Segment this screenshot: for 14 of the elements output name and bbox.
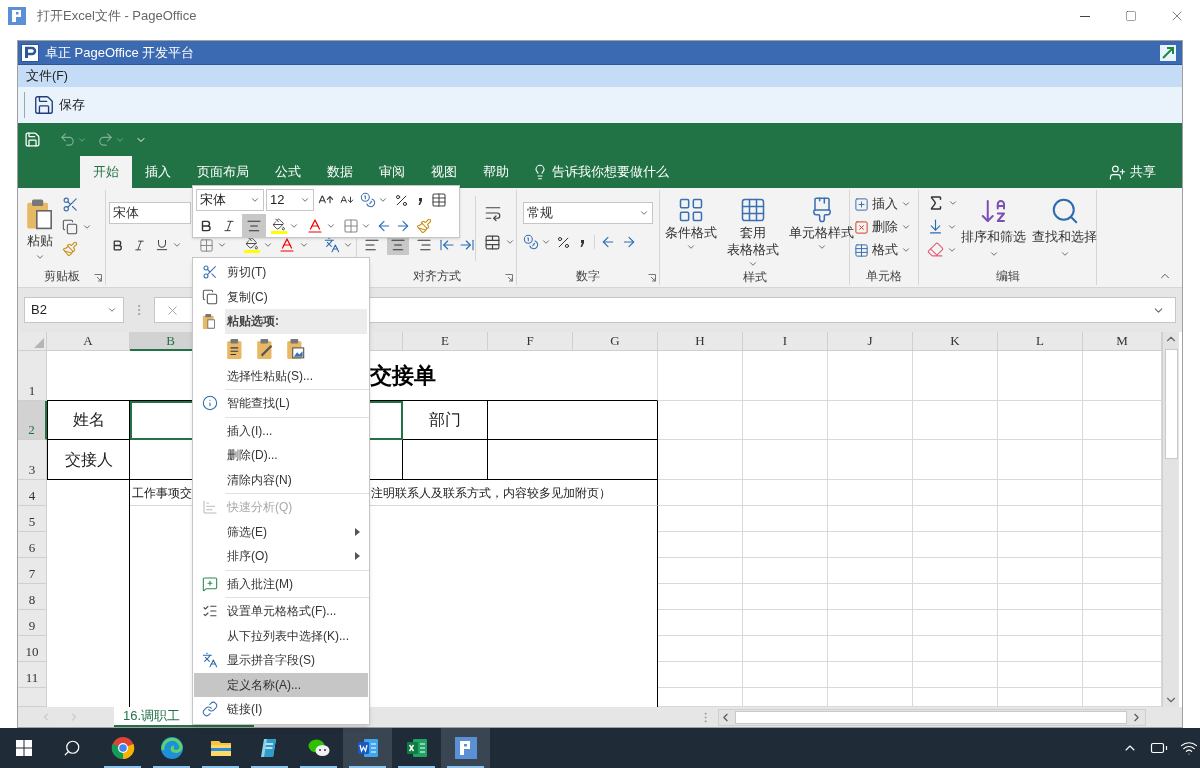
table-cell: 姓名 xyxy=(47,401,130,440)
window-title: 打开Excel文件 - PageOffice xyxy=(37,7,197,26)
group-label: 对齐方式 xyxy=(412,268,461,285)
table-cell-text: 工作事项交 xyxy=(132,484,192,502)
app-title: 卓正 PageOffice 开发平台 xyxy=(45,43,195,62)
group-label: 单元格 xyxy=(866,268,902,285)
table-cell: 交接人 xyxy=(47,440,130,480)
group-label: 编辑 xyxy=(995,268,1020,285)
table-cell: 部门 xyxy=(403,401,488,440)
group-label: 数字 xyxy=(576,268,600,285)
group-label: 样式 xyxy=(742,269,767,286)
group-label: 剪贴板 xyxy=(43,268,80,285)
table-cell-text: 注明联系人及联系方式，内容较多见加附页） xyxy=(371,484,611,502)
menu-section-header: 粘贴选项: xyxy=(225,309,367,334)
